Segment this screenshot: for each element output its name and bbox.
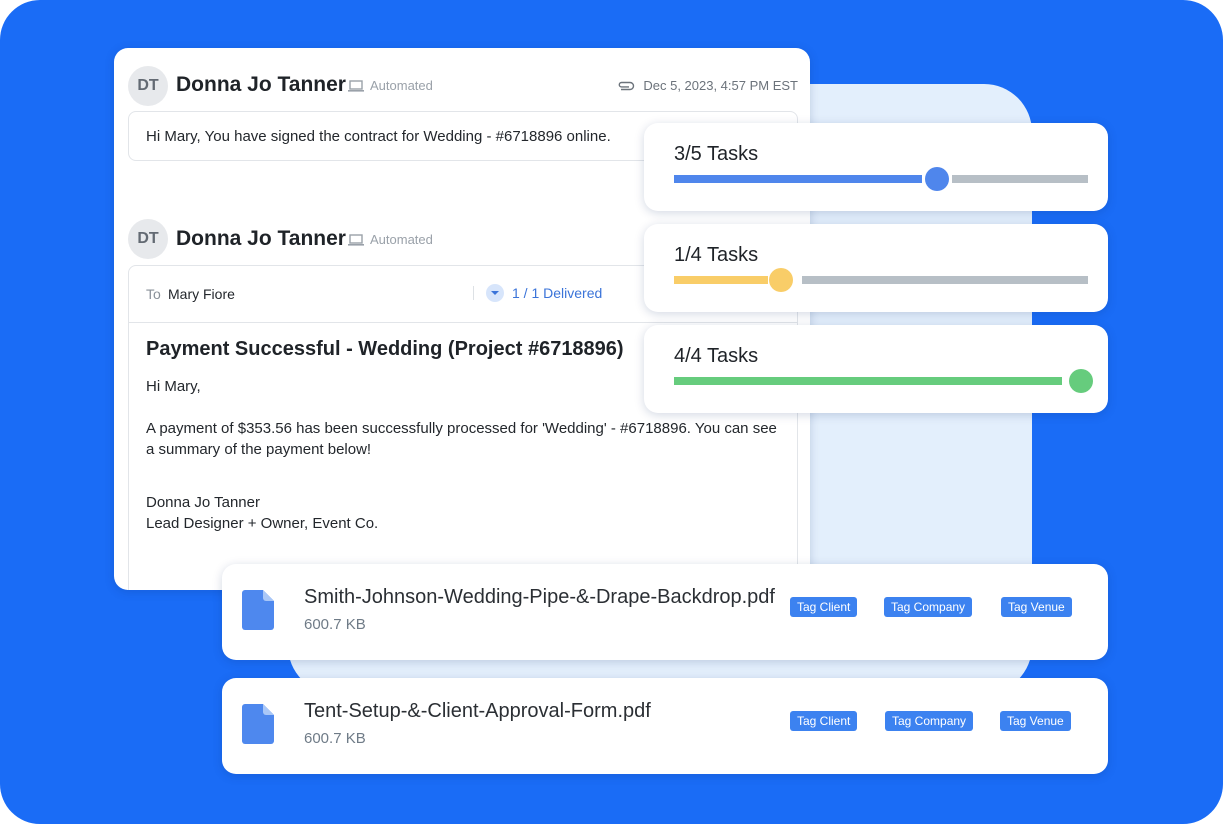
tag-company-button[interactable]: Tag Company — [885, 711, 974, 731]
progress-knob[interactable] — [769, 268, 793, 292]
file-size: 600.7 KB — [304, 730, 366, 747]
canvas: DT Donna Jo Tanner Automated Dec 5, 2023… — [0, 0, 1223, 824]
sender-name[interactable]: Donna Jo Tanner — [176, 227, 346, 251]
to-label: To — [146, 286, 161, 302]
automated-badge: Automated — [348, 78, 433, 93]
automated-label: Automated — [370, 232, 433, 247]
message-date: Dec 5, 2023, 4:57 PM EST — [617, 78, 798, 93]
date-text: Dec 5, 2023, 4:57 PM EST — [643, 78, 798, 93]
tag-company-button[interactable]: Tag Company — [884, 597, 973, 617]
recipient-name: Mary Fiore — [168, 286, 235, 302]
task-label: 4/4 Tasks — [674, 345, 759, 367]
file-name[interactable]: Smith-Johnson-Wedding-Pipe-&-Drape-Backd… — [304, 586, 775, 609]
laptop-icon — [348, 79, 364, 92]
task-card-1[interactable]: 3/5 Tasks — [644, 123, 1108, 211]
message-body: Hi Mary, You have signed the contract fo… — [146, 128, 611, 145]
task-card-2[interactable]: 1/4 Tasks — [644, 224, 1108, 312]
email-box: To Mary Fiore 1 / 1 Delivered Payment Su… — [128, 265, 798, 590]
task-card-3[interactable]: 4/4 Tasks — [644, 325, 1108, 413]
progress-knob[interactable] — [1069, 369, 1093, 393]
task-label: 3/5 Tasks — [674, 143, 759, 165]
avatar: DT — [128, 66, 168, 106]
tag-venue-button[interactable]: Tag Venue — [1000, 711, 1071, 731]
progress-filled — [674, 175, 922, 183]
task-label: 1/4 Tasks — [674, 244, 759, 266]
tag-client-button[interactable]: Tag Client — [790, 711, 858, 731]
file-card-2[interactable]: Tent-Setup-&-Client-Approval-Form.pdf 60… — [222, 678, 1108, 774]
signature-name: Donna Jo Tanner — [146, 494, 260, 511]
file-name[interactable]: Tent-Setup-&-Client-Approval-Form.pdf — [304, 700, 651, 723]
file-icon — [242, 704, 274, 744]
delivery-status[interactable]: 1 / 1 Delivered — [473, 284, 602, 302]
email-subject: Payment Successful - Wedding (Project #6… — [146, 338, 624, 360]
file-icon — [242, 590, 274, 630]
automated-badge: Automated — [348, 232, 433, 247]
file-size: 600.7 KB — [304, 616, 366, 633]
progress-filled — [674, 276, 768, 284]
tag-client-button[interactable]: Tag Client — [790, 597, 858, 617]
file-card-1[interactable]: Smith-Johnson-Wedding-Pipe-&-Drape-Backd… — [222, 564, 1108, 660]
progress-remaining — [802, 276, 1088, 284]
automated-label: Automated — [370, 78, 433, 93]
progress-filled — [674, 377, 1062, 385]
paperclip-icon[interactable] — [617, 81, 635, 91]
delivered-text[interactable]: 1 / 1 Delivered — [512, 285, 602, 301]
progress-remaining — [952, 175, 1088, 183]
avatar: DT — [128, 219, 168, 259]
tag-venue-button[interactable]: Tag Venue — [1001, 597, 1072, 617]
signature-title: Lead Designer + Owner, Event Co. — [146, 515, 379, 532]
chevron-down-icon[interactable] — [486, 284, 504, 302]
email-paragraph: A payment of $353.56 has been successful… — [146, 420, 777, 458]
laptop-icon — [348, 233, 364, 246]
sender-name[interactable]: Donna Jo Tanner — [176, 73, 346, 97]
email-greeting: Hi Mary, — [146, 378, 201, 395]
progress-knob[interactable] — [925, 167, 949, 191]
divider — [473, 286, 474, 300]
